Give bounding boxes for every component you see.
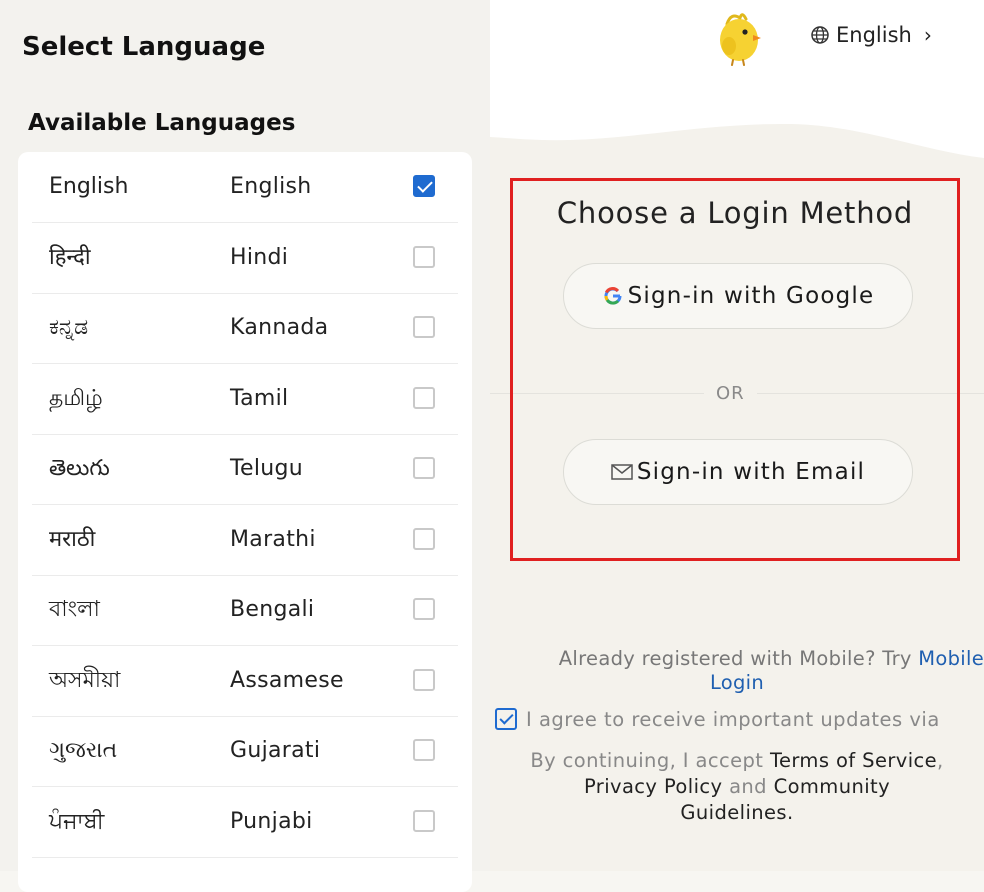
language-row-telugu[interactable]: తెలుగు Telugu xyxy=(32,434,458,505)
login-method-highlight: Choose a Login Method Sign-in with Googl… xyxy=(510,178,960,561)
language-row-hindi[interactable]: हिन्दी Hindi xyxy=(32,223,458,294)
login-panel: English › Choose a Login Method Sign-in … xyxy=(490,0,984,871)
google-signin-label: Sign-in with Google xyxy=(627,283,875,309)
google-signin-button[interactable]: Sign-in with Google xyxy=(563,263,913,329)
language-checkbox[interactable] xyxy=(413,457,435,479)
language-checkbox[interactable] xyxy=(413,246,435,268)
language-native-name: मराठी xyxy=(49,527,96,552)
chick-logo-icon xyxy=(720,13,761,66)
language-row-marathi[interactable]: मराठी Marathi xyxy=(32,505,458,576)
language-native-name: ગુજરાત xyxy=(49,738,118,763)
privacy-policy-link[interactable]: Privacy Policy xyxy=(584,775,723,798)
language-english-name: Marathi xyxy=(230,527,316,552)
mobile-login-text: Already registered with Mobile? Try xyxy=(558,647,919,670)
language-row-english[interactable]: English English xyxy=(32,152,458,223)
language-native-name: English xyxy=(49,174,129,199)
section-title: Available Languages xyxy=(28,110,296,136)
terms-comma: , xyxy=(937,749,944,772)
terms-period: . xyxy=(787,801,794,824)
agree-updates-label: I agree to receive important updates via xyxy=(526,708,940,731)
terms-prefix: By continuing, I accept xyxy=(530,749,770,772)
language-native-name: ਪੰਜਾਬੀ xyxy=(49,809,105,834)
language-switcher[interactable]: English › xyxy=(810,20,932,50)
language-row-kannada[interactable]: ಕನ್ನಡ Kannada xyxy=(32,293,458,364)
language-english-name: Telugu xyxy=(230,456,303,481)
language-english-name: English xyxy=(230,174,312,199)
terms-and: and xyxy=(722,775,774,798)
terms-notice: By continuing, I accept Terms of Service… xyxy=(500,748,974,826)
language-english-name: Kannada xyxy=(230,315,329,340)
language-english-name: Punjabi xyxy=(230,809,313,834)
login-title: Choose a Login Method xyxy=(556,196,914,230)
language-checkbox[interactable] xyxy=(413,175,435,197)
language-english-name: Bengali xyxy=(230,597,315,622)
language-checkbox[interactable] xyxy=(413,528,435,550)
language-checkbox[interactable] xyxy=(413,669,435,691)
language-checkbox[interactable] xyxy=(413,316,435,338)
mobile-login-prompt: Already registered with Mobile? Try Mobi… xyxy=(490,646,984,671)
language-native-name: অসমীয়া xyxy=(49,668,121,693)
language-row-tamil[interactable]: தமிழ் Tamil xyxy=(32,364,458,435)
community-guidelines-link-continued[interactable]: Guidelines xyxy=(680,801,787,824)
email-signin-button[interactable]: Sign-in with Email xyxy=(563,439,913,505)
or-separator: OR xyxy=(704,383,757,404)
language-list: English English हिन्दी Hindi ಕನ್ನಡ Kanna… xyxy=(18,152,472,892)
language-switcher-label: English xyxy=(836,23,912,47)
language-native-name: हिन्दी xyxy=(49,245,91,270)
language-panel: Select Language Available Languages Engl… xyxy=(0,0,490,892)
mobile-login-link[interactable]: Mobile xyxy=(918,647,984,670)
google-icon xyxy=(604,287,622,305)
email-signin-label: Sign-in with Email xyxy=(636,459,866,485)
language-row-assamese[interactable]: অসমীয়া Assamese xyxy=(32,646,458,717)
language-row-bengali[interactable]: বাংলা Bengali xyxy=(32,575,458,646)
community-guidelines-link[interactable]: Community xyxy=(774,775,890,798)
chevron-right-icon: › xyxy=(923,23,932,47)
page-title: Select Language xyxy=(22,32,266,62)
mail-icon xyxy=(611,464,633,480)
agree-updates-checkbox[interactable] xyxy=(495,708,517,730)
language-row-punjabi[interactable]: ਪੰਜਾਬੀ Punjabi xyxy=(32,787,458,858)
language-native-name: தமிழ் xyxy=(49,386,103,411)
language-native-name: বাংলা xyxy=(49,597,100,622)
language-english-name: Hindi xyxy=(230,245,289,270)
language-english-name: Tamil xyxy=(230,386,289,411)
language-checkbox[interactable] xyxy=(413,387,435,409)
mobile-login-link-continued[interactable]: Login xyxy=(490,670,984,695)
language-english-name: Assamese xyxy=(230,668,344,693)
language-checkbox[interactable] xyxy=(413,739,435,761)
language-checkbox[interactable] xyxy=(413,810,435,832)
language-checkbox[interactable] xyxy=(413,598,435,620)
language-native-name: ಕನ್ನಡ xyxy=(49,315,89,340)
terms-of-service-link[interactable]: Terms of Service xyxy=(770,749,937,772)
language-english-name: Gujarati xyxy=(230,738,321,763)
language-row-gujarati[interactable]: ગુજરાત Gujarati xyxy=(32,716,458,787)
language-native-name: తెలుగు xyxy=(49,456,110,481)
globe-icon xyxy=(811,26,829,44)
